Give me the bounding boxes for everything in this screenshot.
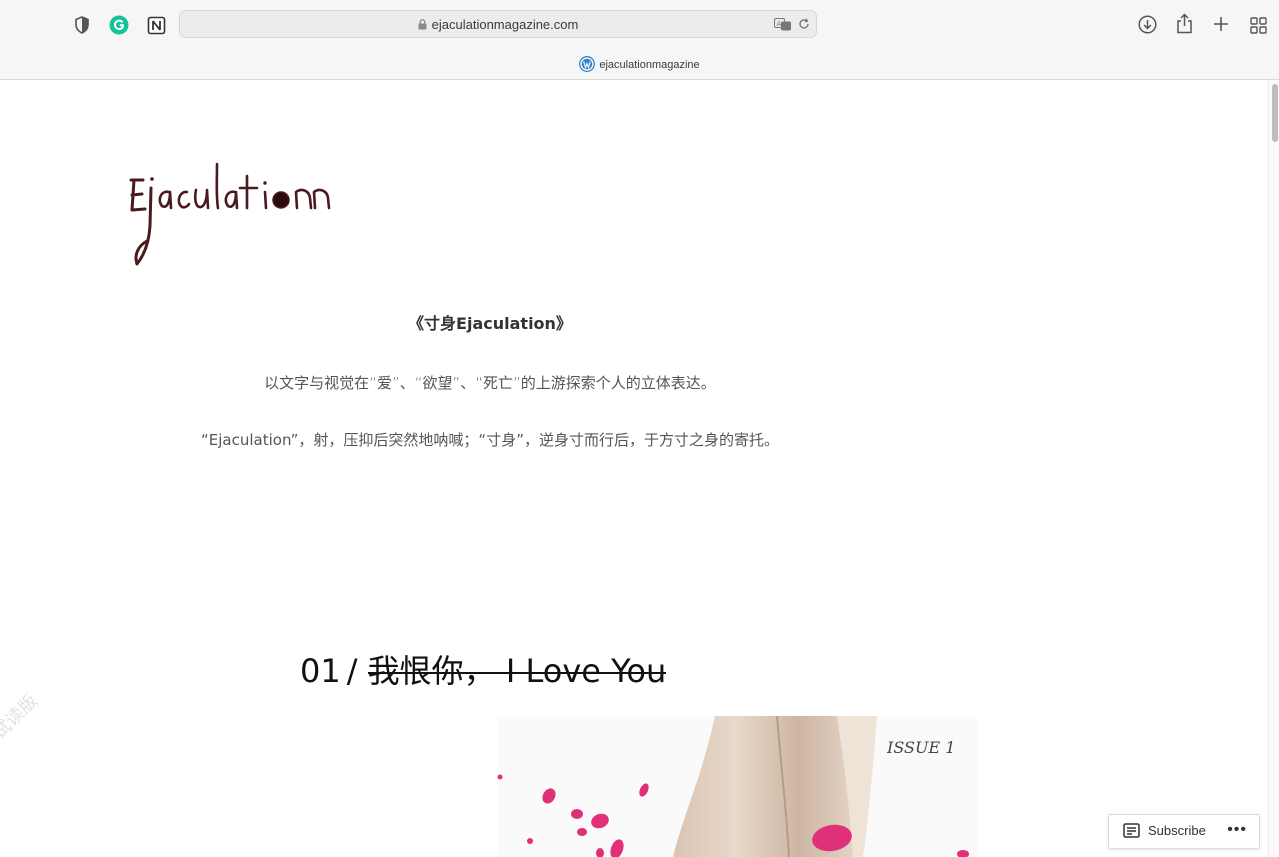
ejaculation-logo[interactable] [125,158,335,268]
subscribe-bar: Subscribe ••• [1108,814,1260,849]
browser-toolbar: ejaculationmagazine.com A ejaculationmag… [0,0,1279,80]
tab-title: ejaculationmagazine [599,59,700,71]
page-scrollbar[interactable] [1268,80,1279,857]
issue-cover-image[interactable]: ISSUE 1 [497,716,977,857]
subscribe-label: Subscribe [1148,823,1206,838]
site-description-2: “Ejaculation”，射，压抑后突然地呐喊；“寸身”，逆身寸而行后，于方寸… [201,431,779,449]
active-tab[interactable]: ejaculationmagazine [0,56,1279,72]
tab-overview-icon[interactable] [1248,15,1268,35]
issue-number: 01 [300,652,341,690]
url-text: ejaculationmagazine.com [431,17,579,32]
address-bar[interactable]: ejaculationmagazine.com A [179,10,817,38]
trial-watermark: 试读版 [0,690,42,744]
more-options-button[interactable]: ••• [1227,821,1247,839]
issue-title-main: 我恨你， [367,652,496,690]
reader-icon [1123,823,1140,838]
svg-text:A: A [777,20,782,28]
translate-icon[interactable]: A [774,17,792,31]
site-description-1: 以文字与视觉在“爱”、“欲望”、“死亡”的上游探索个人的立体表达。 [264,374,716,392]
privacy-shield-icon[interactable] [72,15,92,35]
subscribe-button[interactable]: Subscribe [1123,823,1206,838]
scrollbar-thumb[interactable] [1272,84,1278,142]
new-tab-icon[interactable] [1211,14,1231,34]
issue-title-text: 我恨你， I Love You [368,652,667,690]
issue-title-struck: I Love You [505,652,667,690]
issue-separator: / [346,652,358,690]
lock-icon [418,19,427,30]
cover-issue-label: ISSUE 1 [886,738,955,757]
share-icon[interactable] [1174,12,1195,34]
site-title: 《寸身Ejaculation》 [408,314,572,333]
web-page: 《寸身Ejaculation》 以文字与视觉在“爱”、“欲望”、“死亡”的上游探… [0,80,1268,857]
notion-icon[interactable] [146,15,166,35]
reload-icon[interactable] [797,17,811,31]
wordpress-icon [579,56,596,72]
issue-title[interactable]: 01/ 我恨你， I Love You [300,646,666,692]
download-icon[interactable] [1137,14,1158,35]
grammarly-icon[interactable] [109,15,129,35]
